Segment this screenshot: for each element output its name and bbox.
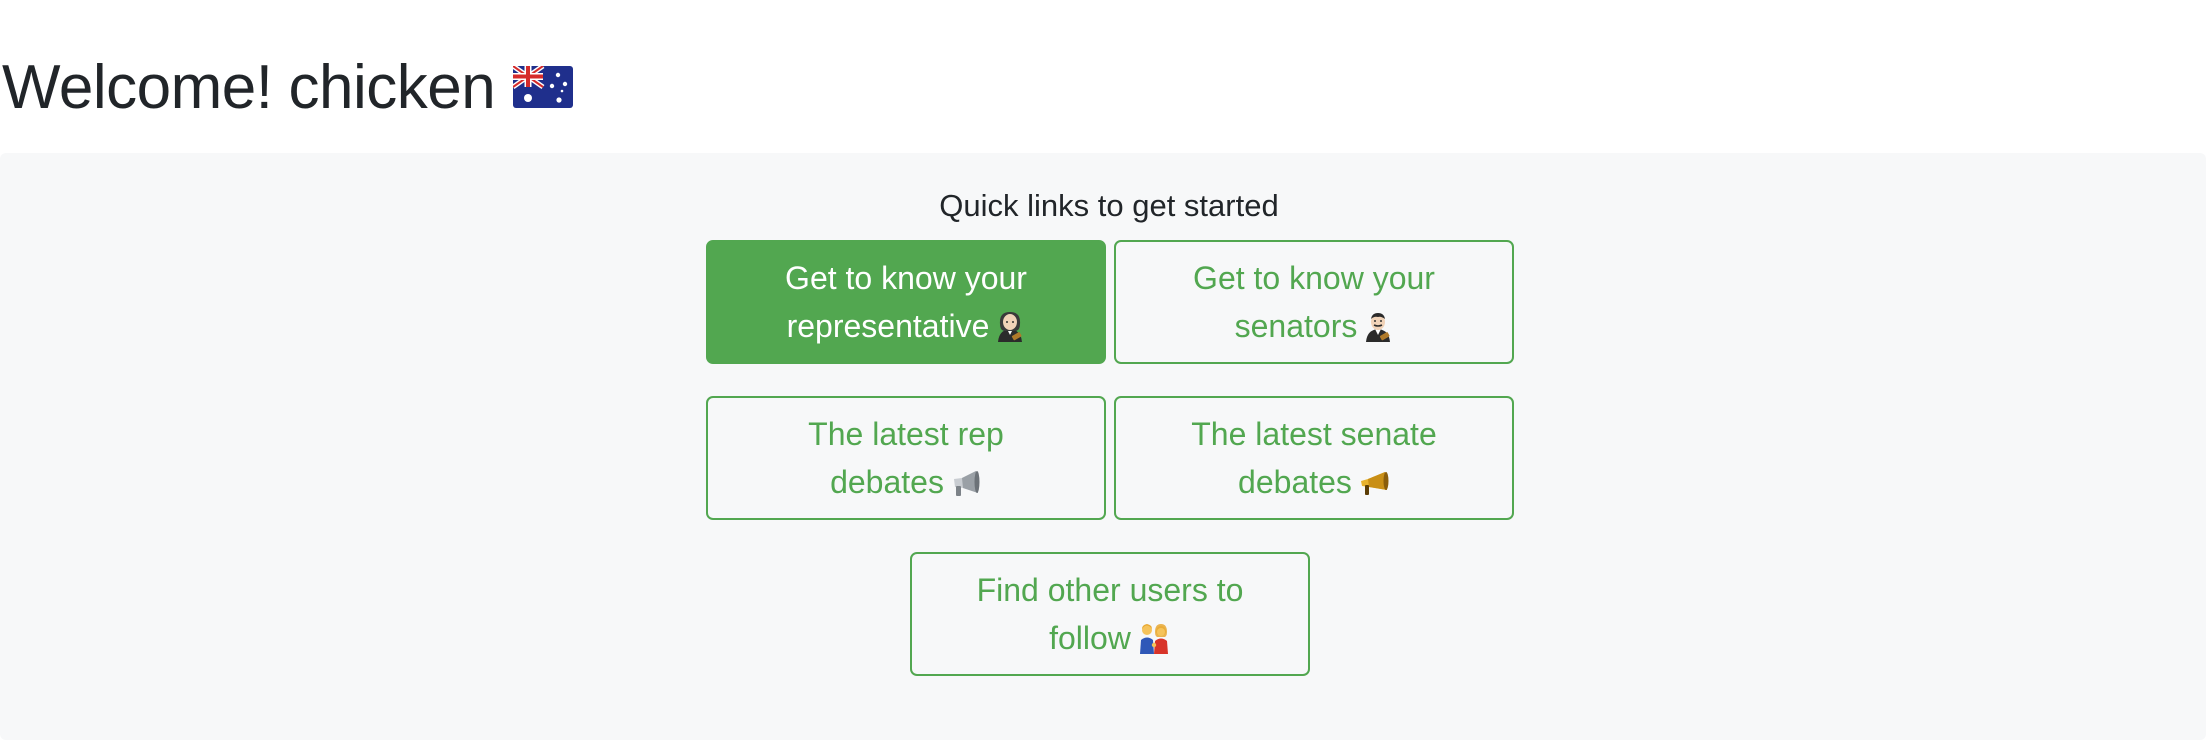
button-label-line1: Get to know your bbox=[785, 260, 1027, 296]
welcome-heading: Welcome! chicken bbox=[2, 44, 574, 130]
button-label-line2: senators bbox=[1234, 308, 1358, 344]
button-label: Find other users to follow bbox=[977, 566, 1244, 662]
button-label-line1: The latest senate bbox=[1191, 416, 1437, 452]
people-holding-hands-icon bbox=[1137, 622, 1171, 654]
button-label-line1: Find other users to bbox=[976, 572, 1244, 608]
button-label-line2: follow bbox=[1049, 620, 1131, 656]
man-judge-icon bbox=[1363, 310, 1393, 342]
quick-links-title: Quick links to get started bbox=[939, 188, 1279, 223]
australia-flag-icon bbox=[511, 63, 574, 108]
button-label: The latest senate debates bbox=[1191, 410, 1436, 506]
page: Welcome! chicken Quick links to get star… bbox=[0, 0, 2206, 740]
button-label-line2: debates bbox=[1238, 464, 1352, 500]
button-label-line1: Get to know your bbox=[1193, 260, 1435, 296]
button-label: The latest rep debates bbox=[808, 410, 1004, 506]
megaphone-icon bbox=[1358, 468, 1390, 498]
find-users-to-follow-button[interactable]: Find other users to follow bbox=[910, 552, 1310, 676]
latest-rep-debates-button[interactable]: The latest rep debates bbox=[706, 396, 1106, 520]
button-label-line2: debates bbox=[830, 464, 944, 500]
woman-judge-icon bbox=[995, 310, 1025, 342]
latest-senate-debates-button[interactable]: The latest senate debates bbox=[1114, 396, 1514, 520]
know-your-representative-button[interactable]: Get to know your representative bbox=[706, 240, 1106, 364]
username: chicken bbox=[288, 52, 496, 122]
welcome-greeting: Welcome! bbox=[2, 52, 273, 122]
loudspeaker-icon bbox=[950, 468, 982, 498]
button-label-line2: representative bbox=[786, 308, 990, 344]
button-label: Get to know your senators bbox=[1193, 254, 1435, 350]
button-label-line1: The latest rep bbox=[808, 416, 1004, 452]
know-your-senators-button[interactable]: Get to know your senators bbox=[1114, 240, 1514, 364]
button-label: Get to know your representative bbox=[785, 254, 1027, 350]
